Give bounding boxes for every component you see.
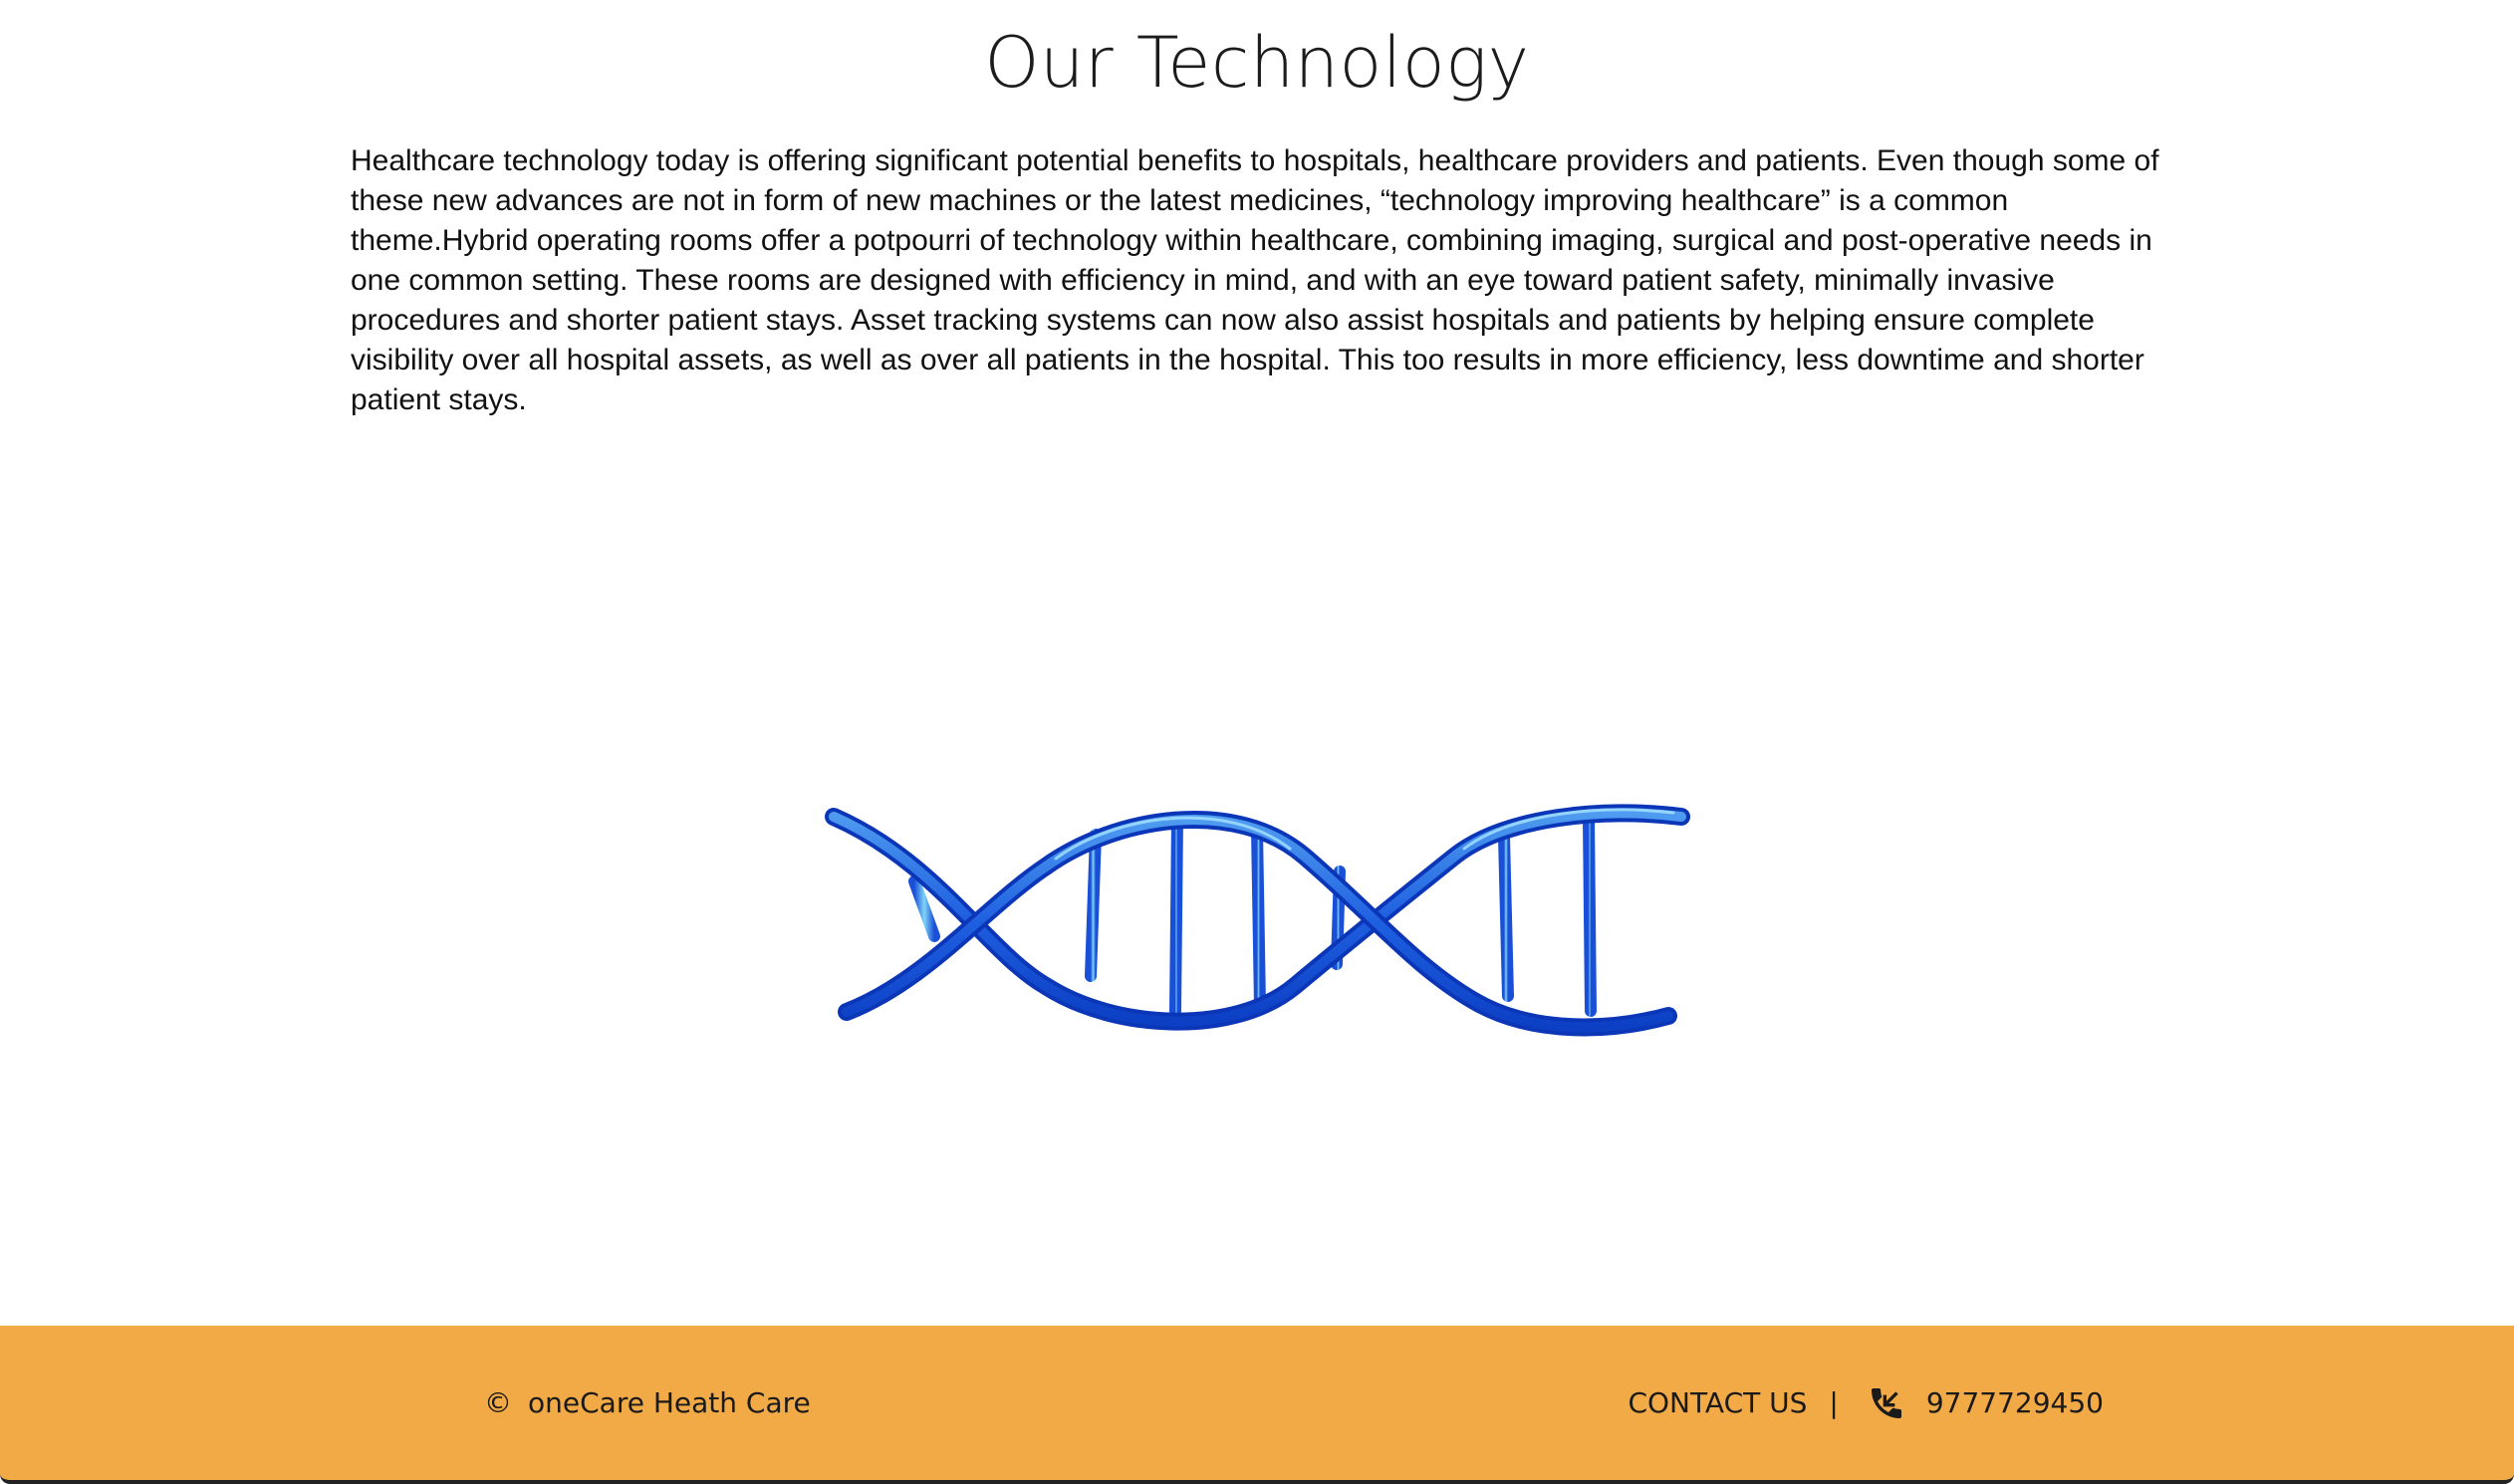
dna-helix-image [817, 787, 1693, 1046]
page: Our Technology Healthcare technology tod… [0, 0, 2514, 1484]
technology-description: Healthcare technology today is offering … [351, 144, 2159, 416]
footer-company-name: oneCare Heath Care [528, 1386, 811, 1419]
contact-us-link[interactable]: CONTACT US [1628, 1386, 1807, 1419]
copyright-symbol: © [484, 1386, 512, 1419]
footer-separator: | [1829, 1386, 1839, 1419]
phone-incoming-icon [1867, 1383, 1906, 1423]
footer-contact: CONTACT US | 9777729450 [1628, 1326, 2104, 1480]
phone-number-link[interactable]: 9777729450 [1926, 1386, 2104, 1419]
footer-copyright: © oneCare Heath Care [484, 1326, 811, 1480]
page-title: Our Technology [984, 22, 1530, 104]
footer: © oneCare Heath Care CONTACT US | 977772… [0, 1326, 2514, 1484]
